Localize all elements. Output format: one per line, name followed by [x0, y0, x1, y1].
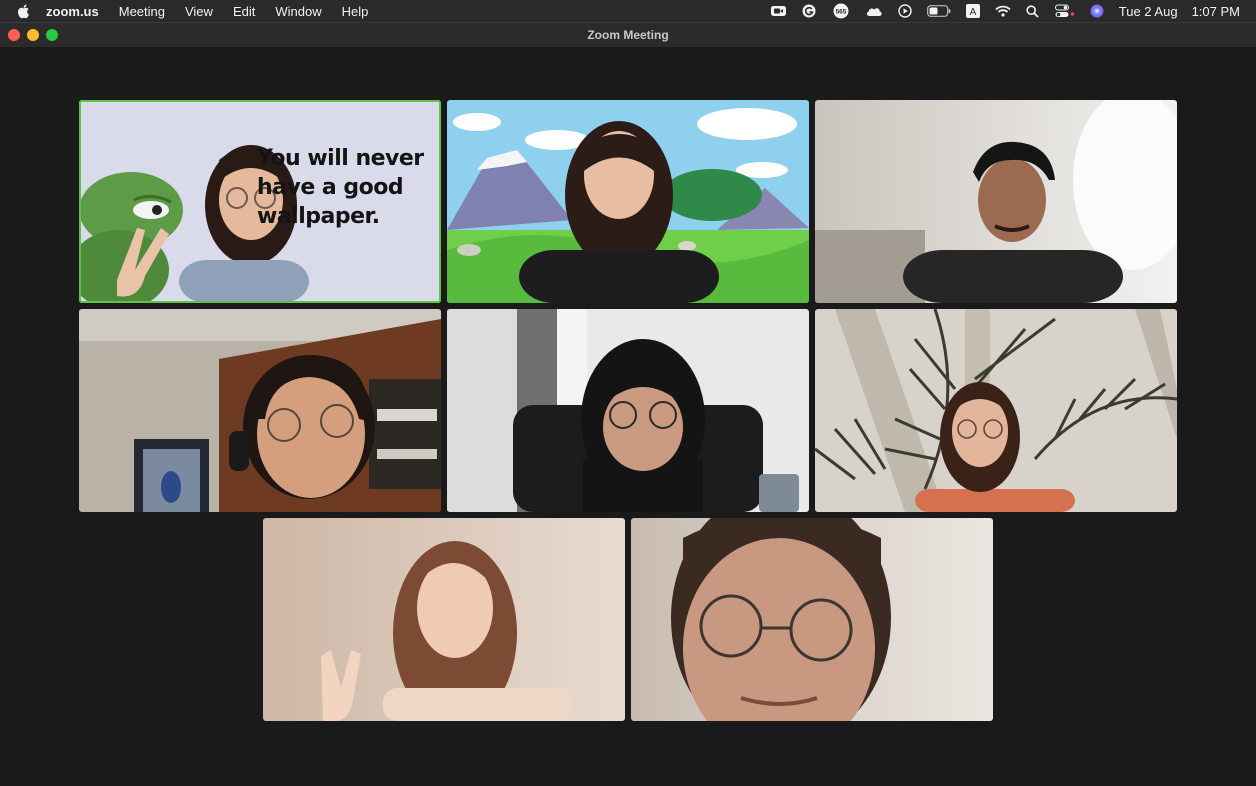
- badge-icon[interactable]: 565: [831, 3, 851, 19]
- window-title: Zoom Meeting: [587, 28, 669, 42]
- video-feed: [815, 309, 1177, 512]
- video-tile-participant-7[interactable]: [263, 518, 625, 721]
- video-feed: [447, 100, 809, 303]
- camera-icon[interactable]: [771, 4, 787, 18]
- video-feed: [631, 518, 993, 721]
- video-tile-participant-3[interactable]: [815, 100, 1177, 303]
- cloud-icon[interactable]: [865, 4, 883, 18]
- video-feed: [815, 100, 1177, 303]
- video-tile-participant-8[interactable]: [631, 518, 993, 721]
- gallery-view: You will never have a good wallpaper.: [0, 47, 1256, 786]
- video-tile-participant-4[interactable]: [79, 309, 441, 512]
- menu-view[interactable]: View: [185, 4, 213, 19]
- siri-icon[interactable]: [1089, 4, 1105, 18]
- menu-bar: zoom.us Meeting View Edit Window Help 56…: [0, 0, 1256, 22]
- input-source-label: A: [969, 7, 976, 18]
- battery-icon: [926, 4, 951, 18]
- menubar-time[interactable]: 1:07 PM: [1192, 4, 1240, 19]
- app-name-menu[interactable]: zoom.us: [46, 4, 99, 19]
- menu-meeting[interactable]: Meeting: [119, 4, 165, 19]
- status-area: 565 A Tue 2 Aug 1:07 PM: [771, 0, 1240, 22]
- zoom-meeting-window: Zoom Meeting You will never have a good …: [0, 22, 1256, 786]
- menubar-date[interactable]: Tue 2 Aug: [1119, 4, 1178, 19]
- video-tile-participant-2[interactable]: [447, 100, 809, 303]
- video-tile-participant-1[interactable]: You will never have a good wallpaper.: [79, 100, 441, 303]
- window-titlebar[interactable]: Zoom Meeting: [0, 23, 1256, 48]
- video-feed: [79, 309, 441, 512]
- apple-logo-icon[interactable]: [16, 3, 32, 19]
- video-tile-participant-5[interactable]: [447, 309, 809, 512]
- video-tile-participant-6[interactable]: [815, 309, 1177, 512]
- search-icon[interactable]: [1025, 4, 1041, 18]
- menu-edit[interactable]: Edit: [233, 4, 255, 19]
- video-feed: [263, 518, 625, 721]
- video-feed: [447, 309, 809, 512]
- grammarly-icon[interactable]: [801, 4, 817, 18]
- menu-help[interactable]: Help: [342, 4, 369, 19]
- control-center-icon[interactable]: [1054, 4, 1075, 18]
- menu-window[interactable]: Window: [275, 4, 321, 19]
- keyboard-input-icon[interactable]: A: [965, 4, 981, 18]
- play-icon[interactable]: [897, 4, 913, 18]
- badge-count: 565: [835, 9, 846, 16]
- wifi-icon[interactable]: [995, 4, 1011, 18]
- virtual-background-text: You will never have a good wallpaper.: [257, 146, 424, 229]
